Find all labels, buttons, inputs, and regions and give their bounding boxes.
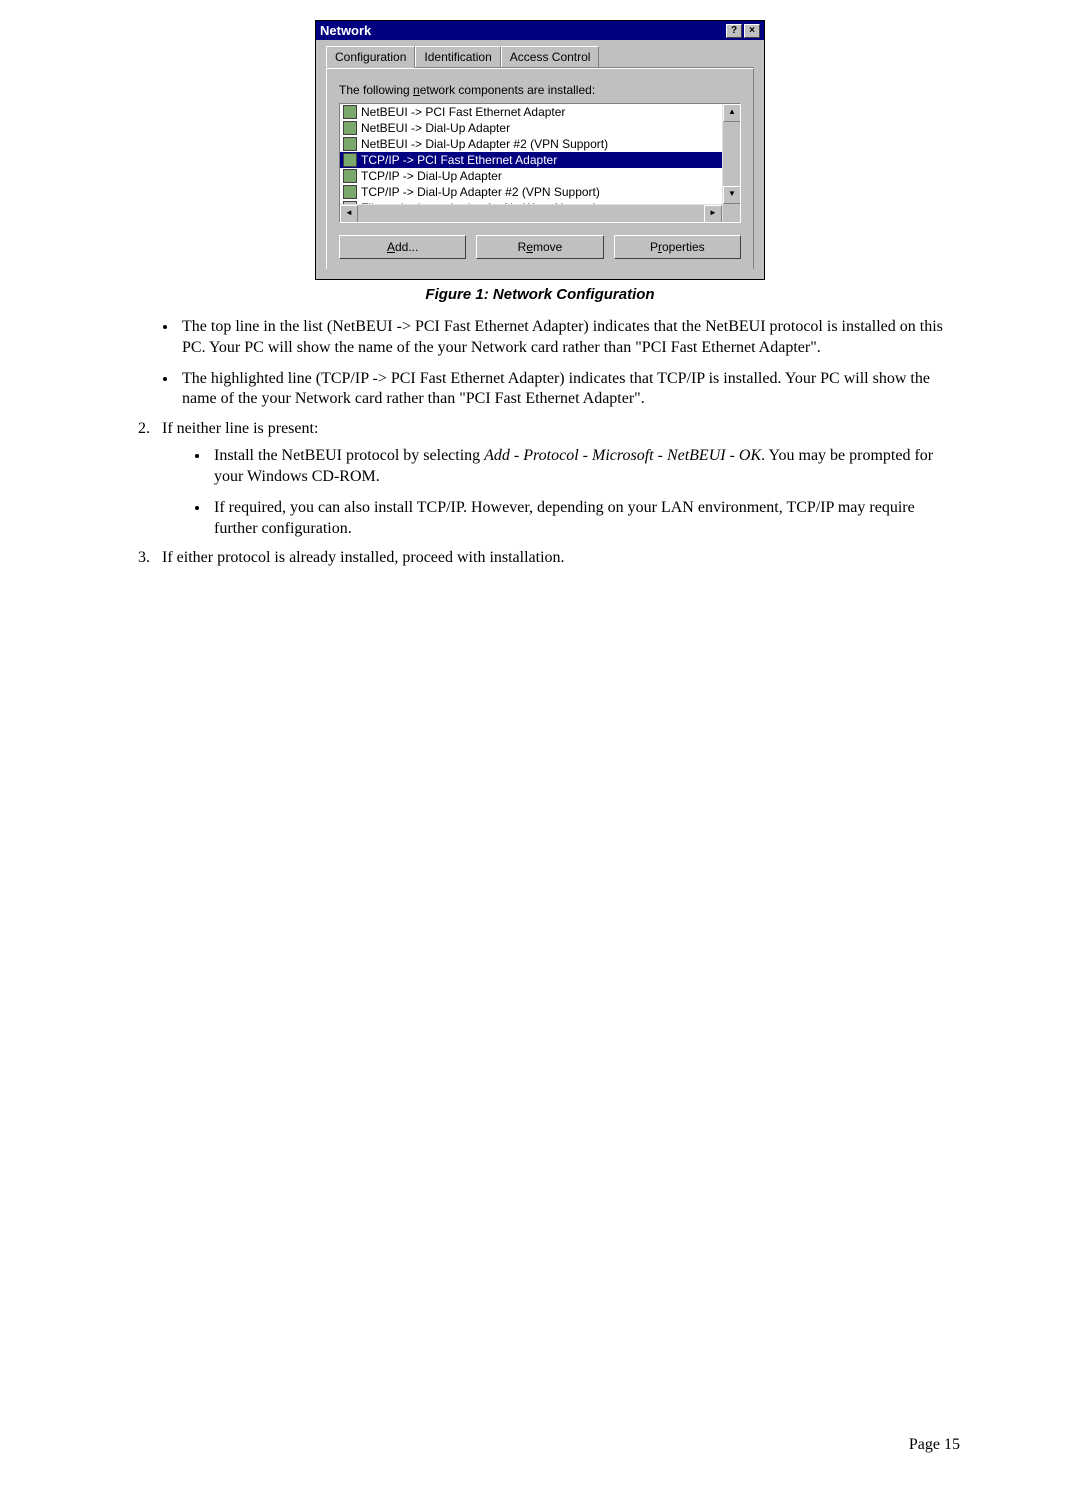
scroll-left-icon[interactable]: ◄	[340, 205, 358, 223]
list-item-selected[interactable]: TCP/IP -> PCI Fast Ethernet Adapter	[340, 152, 722, 168]
dialog-body: Configuration Identification Access Cont…	[316, 40, 764, 279]
dialog-wrapper: Network ? × Configuration Identification…	[120, 20, 960, 280]
dialog-title: Network	[320, 23, 371, 38]
ol-item-2: If neither line is present: Install the …	[154, 420, 960, 539]
list-item[interactable]: NetBEUI -> Dial-Up Adapter	[340, 120, 722, 136]
scroll-down-icon[interactable]: ▼	[723, 186, 741, 204]
list-item[interactable]: NetBEUI -> PCI Fast Ethernet Adapter	[340, 104, 722, 120]
scroll-right-icon[interactable]: ►	[704, 205, 722, 223]
add-button[interactable]: Add...	[339, 235, 466, 259]
tab-identification[interactable]: Identification	[415, 46, 500, 67]
vertical-scrollbar[interactable]: ▲ ▼	[722, 104, 740, 222]
title-bar: Network ? ×	[316, 21, 764, 40]
top-bullet-list: The top line in the list (NetBEUI -> PCI…	[120, 317, 960, 410]
ol-item-3: If either protocol is already installed,…	[154, 549, 960, 567]
ordered-list: If neither line is present: Install the …	[120, 420, 960, 567]
components-listbox[interactable]: NetBEUI -> PCI Fast Ethernet Adapter Net…	[339, 103, 741, 223]
bullet-item: The top line in the list (NetBEUI -> PCI…	[178, 317, 960, 359]
protocol-icon	[343, 105, 357, 119]
listbox-inner: NetBEUI -> PCI Fast Ethernet Adapter Net…	[340, 104, 722, 204]
tab-panel: The following network components are ins…	[326, 68, 754, 269]
close-icon[interactable]: ×	[744, 24, 760, 38]
protocol-icon	[343, 185, 357, 199]
horizontal-scrollbar[interactable]: ◄ ►	[340, 204, 722, 222]
properties-button[interactable]: Properties	[614, 235, 741, 259]
page-number: Page 15	[909, 1436, 960, 1454]
network-dialog: Network ? × Configuration Identification…	[315, 20, 765, 280]
tab-access-control[interactable]: Access Control	[501, 46, 600, 67]
protocol-icon	[343, 169, 357, 183]
protocol-icon	[343, 153, 357, 167]
tabs: Configuration Identification Access Cont…	[326, 46, 754, 68]
scroll-up-icon[interactable]: ▲	[723, 104, 741, 122]
nested-bullet: If required, you can also install TCP/IP…	[210, 498, 960, 540]
nested-bullet: Install the NetBEUI protocol by selectin…	[210, 446, 960, 488]
protocol-icon	[343, 121, 357, 135]
list-item[interactable]: NetBEUI -> Dial-Up Adapter #2 (VPN Suppo…	[340, 136, 722, 152]
title-bar-buttons: ? ×	[726, 24, 760, 38]
bullet-item: The highlighted line (TCP/IP -> PCI Fast…	[178, 369, 960, 411]
italic-path: Add - Protocol - Microsoft - NetBEUI - O…	[484, 447, 761, 464]
remove-button[interactable]: Remove	[476, 235, 603, 259]
list-item[interactable]: TCP/IP -> Dial-Up Adapter #2 (VPN Suppor…	[340, 184, 722, 200]
button-row: Add... Remove Properties	[339, 235, 741, 259]
instruction-text: The following network components are ins…	[339, 83, 741, 97]
nested-bullet-list: Install the NetBEUI protocol by selectin…	[162, 446, 960, 539]
tab-configuration[interactable]: Configuration	[326, 46, 415, 68]
help-icon[interactable]: ?	[726, 24, 742, 38]
figure-caption: Figure 1: Network Configuration	[120, 286, 960, 303]
list-item[interactable]: TCP/IP -> Dial-Up Adapter	[340, 168, 722, 184]
protocol-icon	[343, 137, 357, 151]
